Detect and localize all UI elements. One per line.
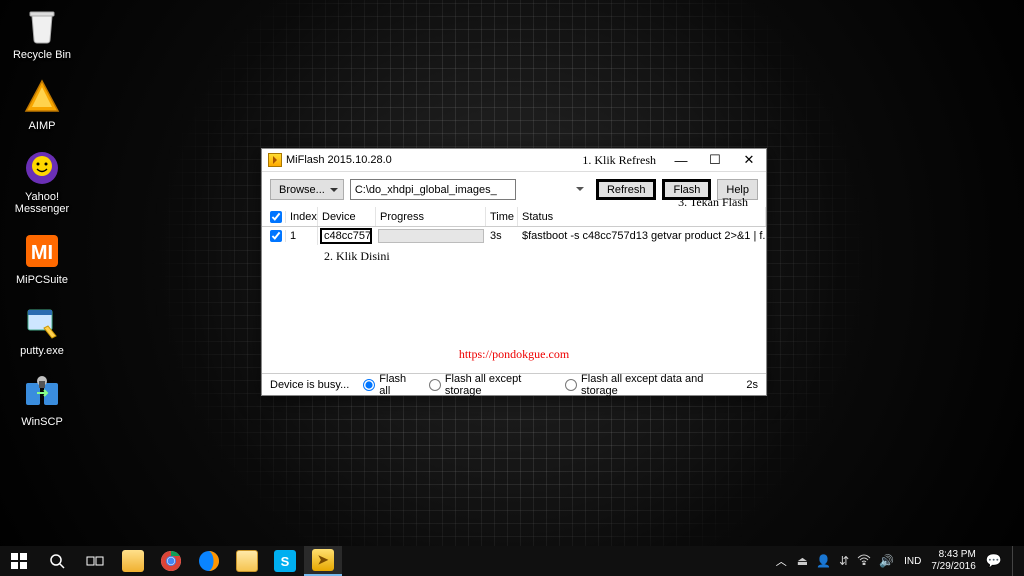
tray-removable-icon[interactable]: ⏏ (797, 554, 808, 568)
taskbar-chrome[interactable] (152, 546, 190, 576)
annotation-refresh: 1. Klik Refresh (582, 153, 656, 168)
browse-button[interactable]: Browse... (270, 179, 344, 200)
minimize-button[interactable]: — (664, 149, 698, 171)
path-combo-wrap (350, 179, 590, 200)
tray-chevron-up-icon[interactable]: ︿ (776, 553, 787, 569)
taskbar-skype[interactable]: S (266, 546, 304, 576)
yahoo-messenger-icon[interactable]: Yahoo! Messenger (6, 148, 78, 215)
putty-label: putty.exe (20, 345, 64, 357)
table-row[interactable]: 1 c48cc757... 3s $fastboot -s c48cc757d1… (262, 227, 766, 245)
status-time: 2s (746, 379, 758, 391)
desktop-icons: Recycle Bin AIMP Yahoo! Messenger MI MiP… (6, 6, 78, 444)
statusbar: Device is busy... Flash all Flash all ex… (262, 373, 766, 395)
system-tray: ︿ ⏏ 👤 ⇵ 🔊 IND 8:43 PM 7/29/2016 💬 (768, 546, 1024, 576)
flash-mode-group: Flash all Flash all except storage Flash… (363, 373, 732, 397)
close-button[interactable]: ✕ (732, 149, 766, 171)
mipcsuite-icon[interactable]: MI MiPCSuite (6, 231, 78, 286)
titlebar[interactable]: MiFlash 2015.10.28.0 1. Klik Refresh — ☐… (262, 149, 766, 172)
table-header: Index Device Progress Time Status (262, 207, 766, 227)
taskbar-firefox[interactable] (190, 546, 228, 576)
task-view-button[interactable] (76, 546, 114, 576)
aimp-label: AIMP (29, 120, 56, 132)
col-index[interactable]: Index (286, 207, 318, 226)
taskbar-file-explorer[interactable] (114, 546, 152, 576)
col-progress[interactable]: Progress (376, 207, 486, 226)
tray-date: 7/29/2016 (931, 561, 976, 573)
tray-network-icon[interactable]: ⇵ (839, 554, 849, 568)
flash-except-storage-radio[interactable]: Flash all except storage (429, 373, 553, 397)
cell-time: 3s (486, 227, 518, 245)
putty-icon[interactable]: putty.exe (6, 302, 78, 357)
tray-wifi-icon[interactable] (857, 554, 871, 568)
taskbar-miflash[interactable]: ➤ (304, 546, 342, 576)
path-input[interactable] (350, 179, 516, 200)
recycle-bin-label: Recycle Bin (13, 49, 71, 61)
row-checkbox[interactable] (270, 230, 282, 242)
annotation-click-here: 2. Klik Disini (324, 249, 766, 264)
device-table: Index Device Progress Time Status 1 c48c… (262, 207, 766, 373)
recycle-bin-icon[interactable]: Recycle Bin (6, 6, 78, 61)
taskbar-explorer[interactable] (228, 546, 266, 576)
search-button[interactable] (38, 546, 76, 576)
mipcsuite-label: MiPCSuite (16, 274, 68, 286)
maximize-button[interactable]: ☐ (698, 149, 732, 171)
start-button[interactable] (0, 546, 38, 576)
tray-people-icon[interactable]: 👤 (816, 554, 831, 568)
status-text: Device is busy... (270, 379, 349, 391)
cell-index: 1 (286, 227, 318, 245)
winscp-label: WinSCP (21, 416, 63, 428)
window-title: MiFlash 2015.10.28.0 (286, 154, 392, 166)
tray-language[interactable]: IND (904, 556, 921, 567)
tray-notifications-icon[interactable]: 💬 (986, 553, 1002, 569)
col-status[interactable]: Status (518, 207, 766, 226)
refresh-button[interactable]: Refresh (596, 179, 657, 200)
aimp-icon[interactable]: AIMP (6, 77, 78, 132)
col-device[interactable]: Device (318, 207, 376, 226)
col-time[interactable]: Time (486, 207, 518, 226)
miflash-window: MiFlash 2015.10.28.0 1. Klik Refresh — ☐… (261, 148, 767, 396)
taskbar: S ➤ ︿ ⏏ 👤 ⇵ 🔊 IND 8:43 PM 7/29/2016 💬 (0, 546, 1024, 576)
tray-volume-icon[interactable]: 🔊 (879, 554, 894, 568)
progress-bar (378, 229, 484, 243)
cell-status: $fastboot -s c48cc757d13 getvar product … (518, 227, 766, 245)
tray-time: 8:43 PM (931, 549, 976, 561)
tray-clock[interactable]: 8:43 PM 7/29/2016 (931, 549, 976, 573)
app-icon (268, 153, 282, 167)
cell-device: c48cc757... (320, 228, 372, 244)
watermark-link: https://pondokgue.com (262, 347, 766, 362)
winscp-icon[interactable]: WinSCP (6, 373, 78, 428)
yahoo-label: Yahoo! Messenger (6, 191, 78, 215)
select-all-checkbox[interactable] (270, 211, 282, 223)
flash-all-radio[interactable]: Flash all (363, 373, 417, 397)
flash-except-data-storage-radio[interactable]: Flash all except data and storage (565, 373, 732, 397)
show-desktop-button[interactable] (1012, 546, 1016, 576)
svg-text:MI: MI (31, 242, 53, 264)
